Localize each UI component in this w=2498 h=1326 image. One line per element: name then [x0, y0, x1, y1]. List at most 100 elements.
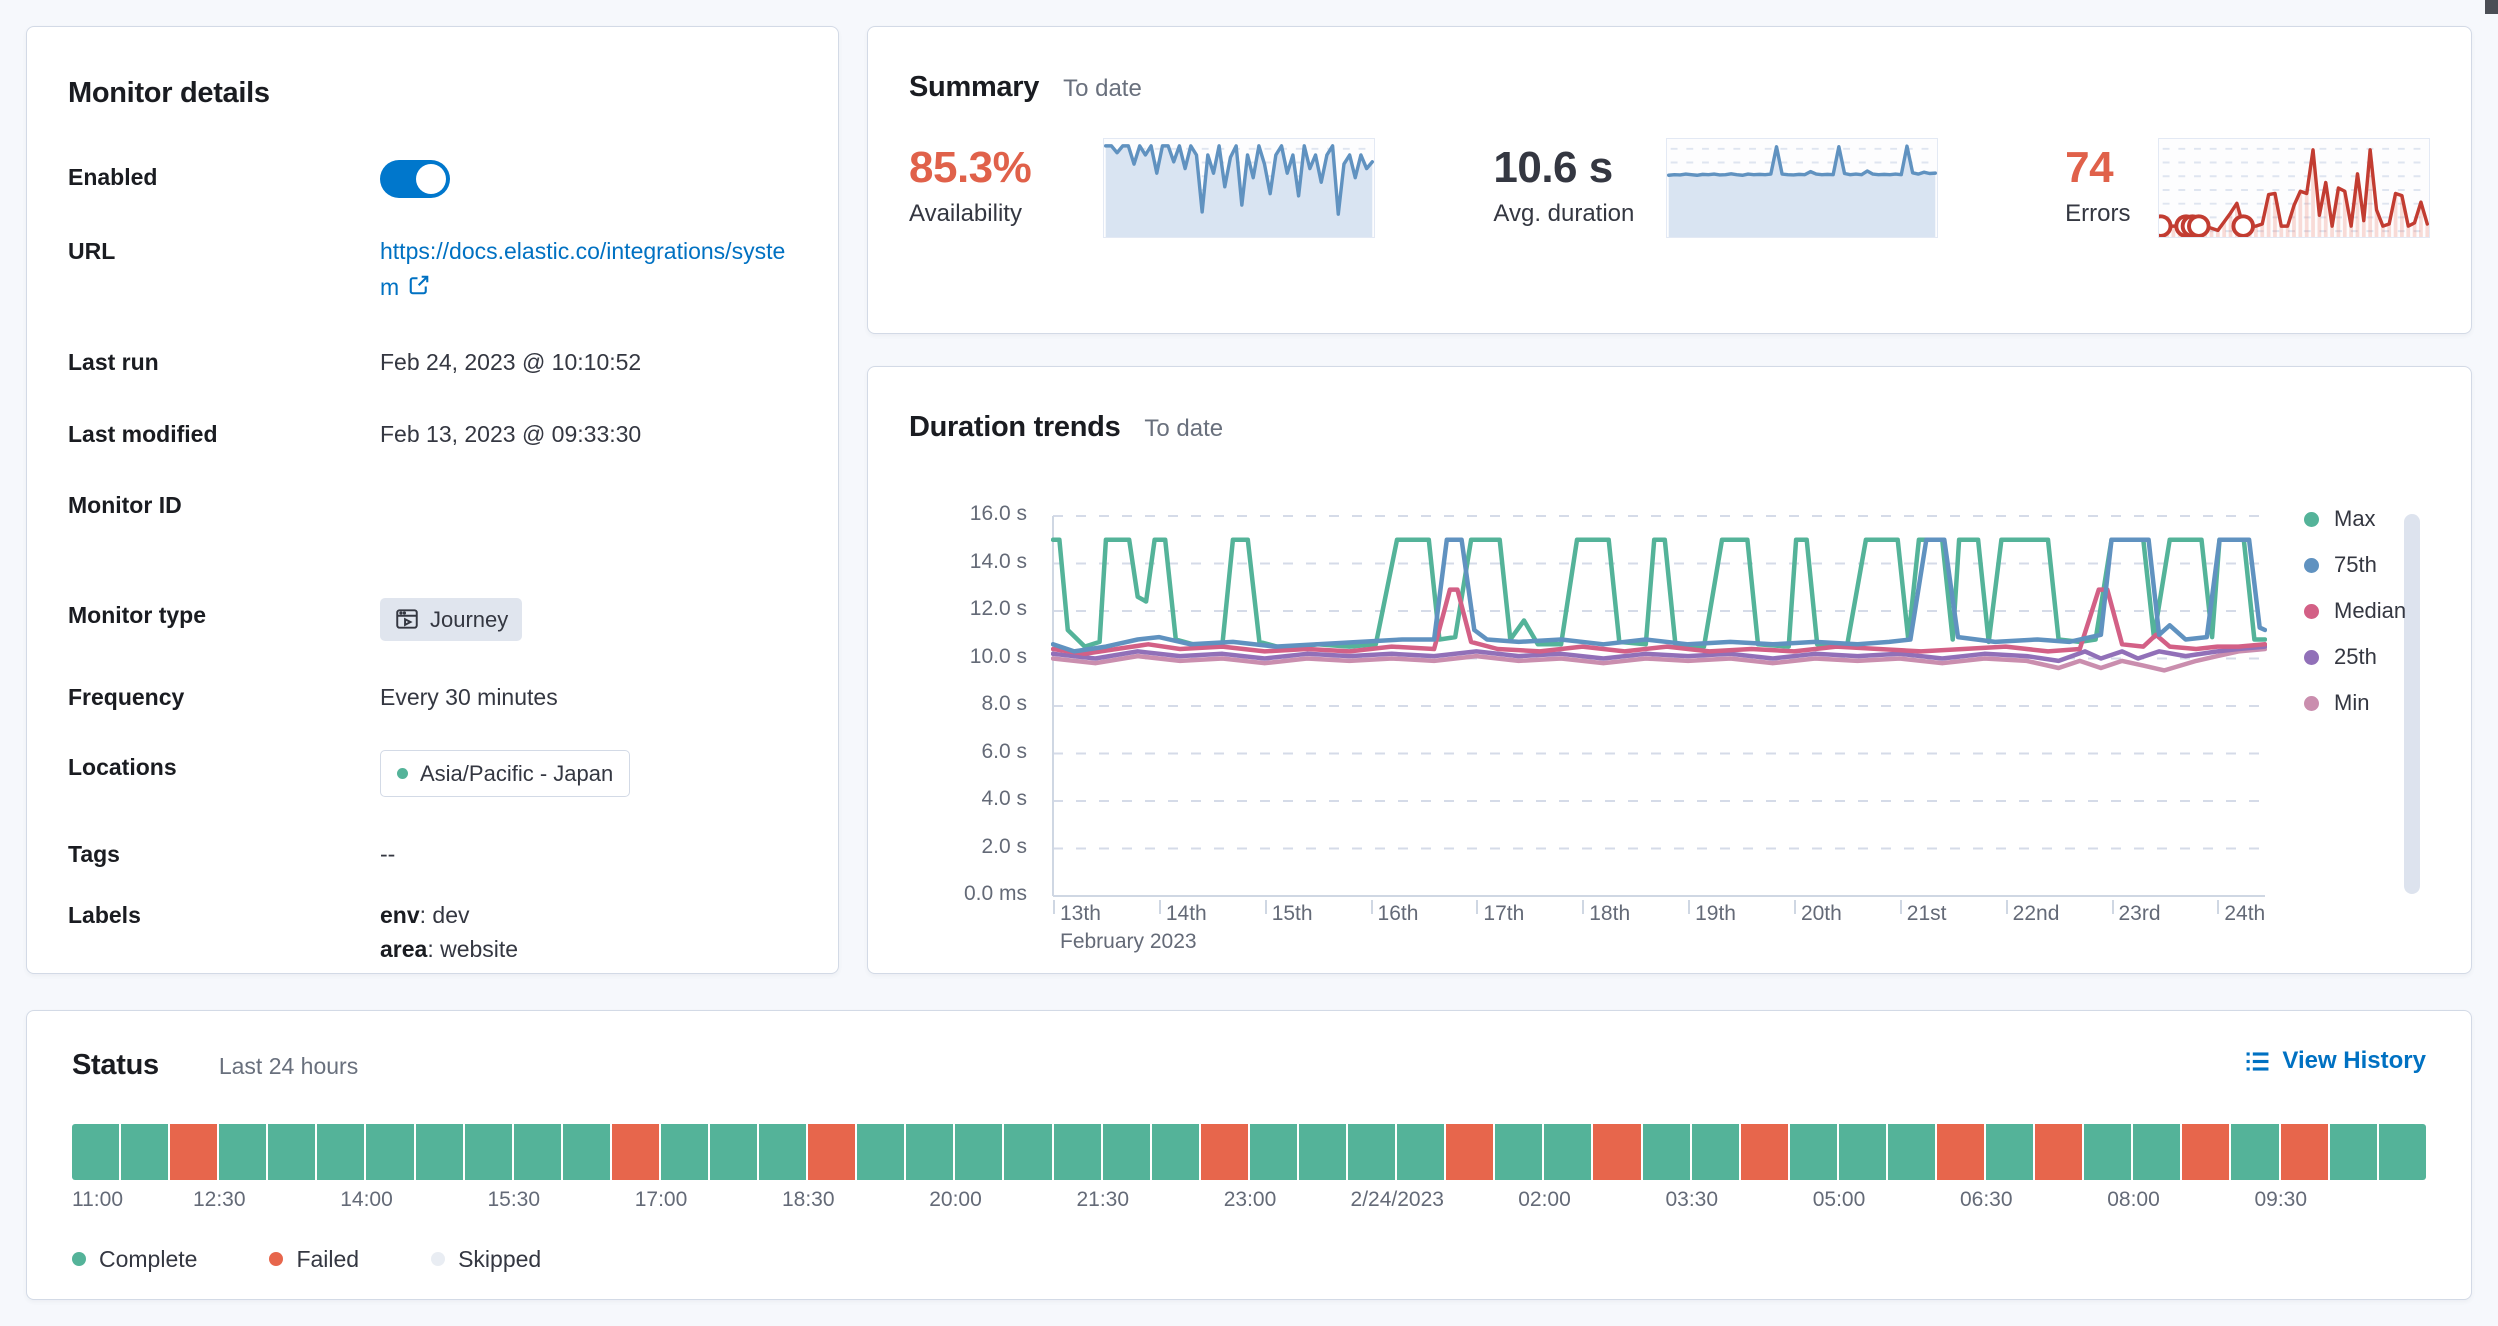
legend-item-min[interactable]: Min	[2304, 690, 2406, 716]
status-block-failed[interactable]	[2281, 1124, 2328, 1180]
status-block-complete[interactable]	[955, 1124, 1002, 1180]
status-block-complete[interactable]	[465, 1124, 512, 1180]
label-value: : website	[427, 936, 518, 962]
legend-dot	[431, 1252, 445, 1266]
errors-sparkline	[2158, 138, 2430, 258]
x-axis-tick-label: 16th	[1378, 902, 1419, 926]
status-block-complete[interactable]	[219, 1124, 266, 1180]
status-block-complete[interactable]	[1839, 1124, 1886, 1180]
status-time-label: 08:00	[2107, 1188, 2160, 1212]
legend-label: Skipped	[458, 1246, 541, 1273]
duration-plot-area[interactable]	[1051, 514, 2267, 903]
status-block-complete[interactable]	[710, 1124, 757, 1180]
avg-duration-label: Avg. duration	[1493, 200, 1666, 228]
duration-trends-panel: Duration trends To date 16.0 s14.0 s12.0…	[867, 366, 2472, 974]
metric-avg-duration: 10.6 s Avg. duration	[1493, 144, 1666, 228]
status-block-failed[interactable]	[1201, 1124, 1248, 1180]
status-block-complete[interactable]	[366, 1124, 413, 1180]
url-link[interactable]: https://docs.elastic.co/integrations/sys…	[380, 234, 792, 305]
status-block-complete[interactable]	[1986, 1124, 2033, 1180]
status-block-failed[interactable]	[1446, 1124, 1493, 1180]
status-block-failed[interactable]	[2182, 1124, 2229, 1180]
status-block-complete[interactable]	[2084, 1124, 2131, 1180]
status-block-complete[interactable]	[2330, 1124, 2377, 1180]
status-block-failed[interactable]	[2035, 1124, 2082, 1180]
detail-row-monitor-type: Monitor type Journey	[68, 598, 797, 642]
status-block-complete[interactable]	[1250, 1124, 1297, 1180]
status-title: Status	[72, 1049, 159, 1082]
status-time-label: 2/24/2023	[1351, 1188, 1444, 1212]
status-block-complete[interactable]	[514, 1124, 561, 1180]
status-block-complete[interactable]	[1544, 1124, 1591, 1180]
location-badge[interactable]: Asia/Pacific - Japan	[380, 750, 630, 797]
duration-trends-chart: 16.0 s14.0 s12.0 s10.0 s8.0 s6.0 s4.0 s2…	[909, 454, 2430, 914]
enabled-toggle[interactable]	[380, 160, 450, 198]
status-block-complete[interactable]	[121, 1124, 168, 1180]
status-legend-failed: Failed	[269, 1246, 359, 1273]
status-block-complete[interactable]	[1888, 1124, 1935, 1180]
legend-dot	[72, 1252, 86, 1266]
toggle-knob	[416, 164, 446, 194]
status-block-complete[interactable]	[563, 1124, 610, 1180]
status-block-complete[interactable]	[1397, 1124, 1444, 1180]
status-block-complete[interactable]	[1004, 1124, 1051, 1180]
legend-dot	[2304, 558, 2319, 573]
status-block-complete[interactable]	[2379, 1124, 2426, 1180]
summary-title: Summary	[909, 71, 1039, 104]
detail-row-frequency: Frequency Every 30 minutes	[68, 680, 797, 715]
status-legend-complete: Complete	[72, 1246, 197, 1273]
status-block-complete[interactable]	[268, 1124, 315, 1180]
status-block-complete[interactable]	[661, 1124, 708, 1180]
detail-row-last-run: Last run Feb 24, 2023 @ 10:10:52	[68, 345, 797, 380]
status-block-complete[interactable]	[1643, 1124, 1690, 1180]
status-block-complete[interactable]	[1790, 1124, 1837, 1180]
x-axis-tick	[1794, 900, 1796, 914]
status-block-failed[interactable]	[1593, 1124, 1640, 1180]
status-time-label: 03:30	[1665, 1188, 1718, 1212]
legend-item-max[interactable]: Max	[2304, 506, 2406, 532]
legend-label: Failed	[296, 1246, 359, 1273]
status-block-complete[interactable]	[317, 1124, 364, 1180]
status-block-complete[interactable]	[1348, 1124, 1395, 1180]
legend-item-75th[interactable]: 75th	[2304, 552, 2406, 578]
tags-value: --	[380, 837, 395, 872]
status-block-complete[interactable]	[906, 1124, 953, 1180]
status-block-complete[interactable]	[1299, 1124, 1346, 1180]
status-block-complete[interactable]	[2133, 1124, 2180, 1180]
detail-row-tags: Tags --	[68, 837, 797, 872]
monitor-id-label: Monitor ID	[68, 488, 380, 523]
status-block-complete[interactable]	[1152, 1124, 1199, 1180]
legend-item-25th[interactable]: 25th	[2304, 644, 2406, 670]
legend-item-median[interactable]: Median	[2304, 598, 2406, 624]
status-block-complete[interactable]	[759, 1124, 806, 1180]
x-axis-tick-label: 17th	[1483, 902, 1524, 926]
status-block-complete[interactable]	[72, 1124, 119, 1180]
x-axis-tick-label: 22nd	[2013, 902, 2060, 926]
status-block-failed[interactable]	[808, 1124, 855, 1180]
status-block-failed[interactable]	[1741, 1124, 1788, 1180]
view-history-link[interactable]: View History	[2245, 1047, 2426, 1075]
x-axis-tick	[1265, 900, 1267, 914]
status-block-failed[interactable]	[612, 1124, 659, 1180]
status-block-complete[interactable]	[1103, 1124, 1150, 1180]
last-run-value: Feb 24, 2023 @ 10:10:52	[380, 345, 641, 380]
tags-label: Tags	[68, 837, 380, 872]
url-text: https://docs.elastic.co/integrations/sys…	[380, 238, 785, 300]
detail-row-labels: Labels env: devarea: website	[68, 898, 797, 967]
errors-value: 74	[2065, 144, 2158, 192]
location-status-dot	[397, 768, 408, 779]
status-block-complete[interactable]	[416, 1124, 463, 1180]
view-history-label: View History	[2282, 1047, 2426, 1075]
status-block-complete[interactable]	[2231, 1124, 2278, 1180]
status-block-failed[interactable]	[170, 1124, 217, 1180]
status-block-complete[interactable]	[1054, 1124, 1101, 1180]
y-axis-tick-label: 2.0 s	[927, 835, 1027, 859]
status-block-complete[interactable]	[857, 1124, 904, 1180]
duration-chart-legend: Max 75th Median 25th Min	[2304, 506, 2406, 736]
legend-dot	[2304, 696, 2319, 711]
external-link-icon	[407, 273, 431, 297]
status-block-failed[interactable]	[1937, 1124, 1984, 1180]
status-block-complete[interactable]	[1495, 1124, 1542, 1180]
x-axis-tick	[1053, 900, 1055, 914]
status-block-complete[interactable]	[1692, 1124, 1739, 1180]
